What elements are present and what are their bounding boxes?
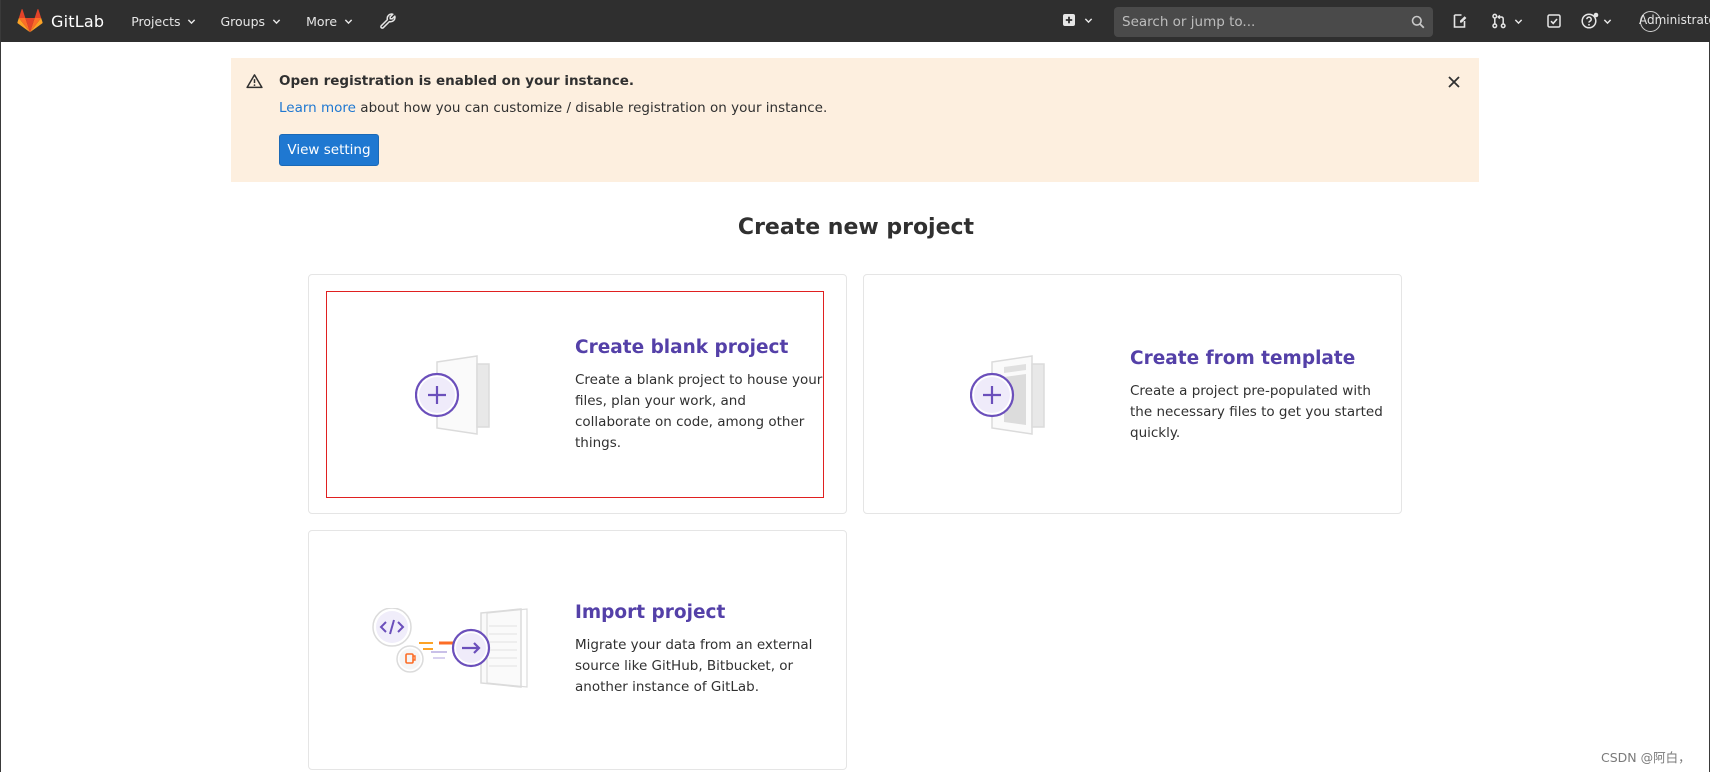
card-description: Migrate your data from an external sourc… [575, 635, 812, 698]
card-description: Create a project pre-populated with the … [1130, 381, 1383, 444]
brand-name: GitLab [51, 11, 105, 31]
merge-request-icon [1492, 13, 1506, 29]
create-blank-project-card[interactable]: Create blank project Create a blank proj… [308, 274, 847, 514]
chevron-down-icon [272, 18, 281, 24]
search-box[interactable] [1114, 7, 1433, 37]
alert-body: Learn more about how you can customize /… [279, 100, 827, 116]
warning-icon [246, 74, 263, 89]
help-dropdown[interactable] [1581, 12, 1612, 30]
learn-more-link[interactable]: Learn more [279, 100, 356, 116]
issues-icon [1453, 14, 1467, 28]
close-icon[interactable] [1447, 75, 1461, 89]
nav-groups-label: Groups [220, 13, 266, 29]
alert-body-text: about how you can customize / disable re… [356, 100, 828, 116]
nav-groups-dropdown[interactable]: Groups [220, 0, 281, 42]
card-title: Create from template [1130, 348, 1356, 369]
card-title: Create blank project [575, 337, 789, 358]
issues-button[interactable] [1452, 12, 1468, 30]
top-navbar: GitLab Projects Groups More Search or ju… [1, 0, 1710, 42]
card-description-line: another instance of GitLab. [575, 679, 760, 695]
card-description-line: the necessary files to get you started [1130, 404, 1383, 420]
import-project-illustration-icon [372, 608, 528, 688]
alert-title: Open registration is enabled on your ins… [279, 73, 635, 89]
create-from-template-card[interactable]: Create from template Create a project pr… [863, 274, 1402, 514]
app-frame: GitLab Projects Groups More Search or ju… [0, 0, 1710, 772]
chevron-down-icon [1514, 18, 1523, 24]
view-setting-button[interactable]: View setting [279, 134, 379, 166]
nav-projects-dropdown[interactable]: Projects [131, 0, 196, 42]
card-description-line: things. [575, 435, 622, 451]
card-description: Create a blank project to house your fil… [575, 370, 822, 454]
nav-more-dropdown[interactable]: More [306, 0, 353, 42]
card-description-line: Create a blank project to house your [575, 372, 823, 388]
registration-alert: Open registration is enabled on your ins… [231, 58, 1479, 182]
user-menu-label[interactable]: Administrator [1639, 13, 1710, 27]
card-description-line: source like GitHub, Bitbucket, or [575, 658, 794, 674]
search-input[interactable] [1114, 14, 1394, 30]
watermark-text: CSDN @阿白， [1601, 750, 1691, 765]
page-title: Create new project [737, 215, 975, 240]
brand-link[interactable]: GitLab [17, 0, 104, 42]
help-icon [1581, 12, 1599, 29]
todo-icon [1547, 14, 1561, 28]
card-title: Import project [575, 602, 726, 623]
card-description-line: quickly. [1130, 425, 1181, 441]
plus-square-icon [1063, 14, 1075, 26]
template-illustration-icon [970, 355, 1045, 435]
search-icon [1411, 15, 1425, 29]
card-description-line: collaborate on code, among other [575, 414, 805, 430]
wrench-icon[interactable] [379, 12, 397, 30]
chevron-down-icon [188, 18, 196, 24]
chevron-down-icon [344, 18, 353, 24]
gitlab-logo-icon [17, 9, 43, 33]
import-project-card[interactable]: Import project Migrate your data from an… [308, 530, 847, 770]
blank-project-illustration-icon [415, 355, 490, 435]
new-item-dropdown[interactable] [1062, 13, 1093, 27]
todos-button[interactable] [1546, 12, 1562, 30]
card-description-line: files, plan your work, and [575, 393, 746, 409]
nav-projects-label: Projects [131, 13, 181, 29]
nav-more-label: More [306, 13, 338, 29]
chevron-down-icon [1084, 17, 1093, 23]
card-description-line: Create a project pre-populated with [1130, 383, 1371, 399]
chevron-down-icon [1603, 18, 1612, 24]
card-description-line: Migrate your data from an external [575, 637, 813, 653]
merge-requests-dropdown[interactable] [1491, 12, 1523, 30]
